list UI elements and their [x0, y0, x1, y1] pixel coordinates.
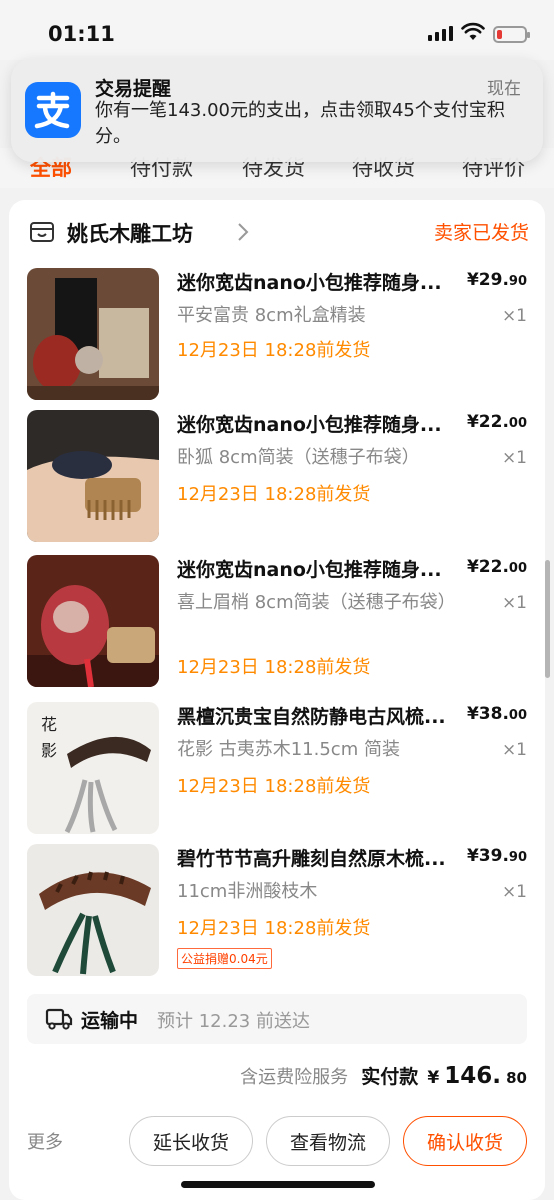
notification-banner[interactable]: 交易提醒 现在 你有一笔143.00元的支出，点击领取45个支付宝积分。 [11, 58, 543, 162]
notification-body: 你有一笔143.00元的支出，点击领取45个支付宝积分。 [95, 100, 505, 147]
battery-icon [493, 26, 530, 43]
notification-time: 现在 [487, 79, 521, 99]
clock: 01:11 [48, 22, 115, 46]
scrollbar[interactable] [545, 560, 550, 678]
notification-title: 交易提醒 [95, 78, 172, 100]
item-title: 迷你宽齿nano小包推荐随身... [177, 559, 442, 581]
item-ship-deadline: 12月23日 18:28前发货 [177, 484, 371, 505]
charity-badge: 公益捐赠0.04元 [177, 948, 272, 969]
chevron-right-icon [238, 223, 249, 241]
truck-icon [45, 1008, 73, 1030]
shop-header[interactable]: 姚氏木雕工坊 卖家已发货 [29, 218, 529, 248]
item-title: 碧竹节节高升雕刻自然原木梳... [177, 848, 446, 870]
paid-amount-decimal: 80 [506, 1069, 527, 1087]
order-card: 姚氏木雕工坊 卖家已发货 迷你宽齿nano小包推荐随身... ¥29.90 平安… [9, 200, 545, 1200]
item-sku: 卧狐 8cm简装（送穗子布袋） [177, 447, 420, 468]
item-sku: 11cm非洲酸枝木 [177, 881, 318, 902]
cellular-signal-icon [428, 26, 453, 41]
paid-amount: 146. [444, 1063, 502, 1089]
product-image [27, 844, 159, 976]
order-item[interactable]: 迷你宽齿nano小包推荐随身... ¥22.00 卧狐 8cm简装（送穗子布袋）… [27, 410, 527, 542]
item-sku: 花影 古夷苏木11.5cm 简装 [177, 739, 400, 760]
order-item[interactable]: 花 影 黑檀沉贵宝自然防静电古风梳... ¥38.00 花影 古夷苏木11.5c… [27, 702, 527, 834]
item-qty: ×1 [501, 306, 527, 326]
item-title: 迷你宽齿nano小包推荐随身... [177, 272, 442, 294]
more-button[interactable]: 更多 [27, 1128, 63, 1154]
item-price: ¥29.90 [466, 270, 527, 290]
product-image [27, 555, 159, 687]
home-indicator[interactable] [181, 1181, 375, 1188]
item-qty: ×1 [501, 593, 527, 613]
wifi-icon [461, 22, 485, 40]
item-qty: ×1 [501, 448, 527, 468]
item-price: ¥22.00 [466, 557, 527, 577]
confirm-receipt-button[interactable]: 确认收货 [403, 1116, 527, 1166]
view-logistics-button[interactable]: 查看物流 [266, 1116, 390, 1166]
status-bar: 01:11 [0, 0, 554, 60]
order-status: 卖家已发货 [433, 222, 529, 244]
shop-name[interactable]: 姚氏木雕工坊 [67, 218, 193, 248]
order-item[interactable]: 迷你宽齿nano小包推荐随身... ¥29.90 平安富贵 8cm礼盒精装 ×1… [27, 268, 527, 400]
item-sku: 平安富贵 8cm礼盒精装 [177, 305, 366, 326]
item-price: ¥22.00 [466, 412, 527, 432]
logistics-status[interactable]: 运输中 预计 12.23 前送达 [27, 994, 527, 1044]
order-item[interactable]: 迷你宽齿nano小包推荐随身... ¥22.00 喜上眉梢 8cm简装（送穗子布… [27, 555, 527, 687]
item-title: 黑檀沉贵宝自然防静电古风梳... [177, 706, 446, 728]
item-ship-deadline: 12月23日 18:28前发货 [177, 657, 371, 678]
item-ship-deadline: 12月23日 18:28前发货 [177, 776, 371, 797]
shipping-insurance-note: 含运费险服务 [240, 1067, 349, 1088]
product-image [27, 410, 159, 542]
order-item[interactable]: 碧竹节节高升雕刻自然原木梳... ¥39.90 11cm非洲酸枝木 ×1 12月… [27, 844, 527, 976]
item-title: 迷你宽齿nano小包推荐随身... [177, 414, 442, 436]
paid-label: 实付款 [361, 1066, 419, 1088]
product-image [27, 268, 159, 400]
item-sku: 喜上眉梢 8cm简装（送穗子布袋） [177, 592, 456, 613]
item-ship-deadline: 12月23日 18:28前发货 [177, 918, 371, 939]
item-qty: ×1 [501, 882, 527, 902]
item-price: ¥39.90 [466, 846, 527, 866]
currency-symbol: ¥ [427, 1068, 440, 1088]
item-ship-deadline: 12月23日 18:28前发货 [177, 340, 371, 361]
transit-eta: 预计 12.23 前送达 [157, 1011, 310, 1032]
item-price: ¥38.00 [466, 704, 527, 724]
store-icon [30, 222, 54, 242]
item-qty: ×1 [501, 740, 527, 760]
product-image: 花 影 [27, 702, 159, 834]
payment-total: 含运费险服务 实付款 ¥ 146. 80 [240, 1062, 527, 1089]
svg-text:花: 花 [41, 715, 57, 734]
svg-text:影: 影 [41, 741, 57, 760]
alipay-icon [25, 82, 81, 138]
transit-label: 运输中 [81, 1010, 139, 1032]
extend-receipt-button[interactable]: 延长收货 [129, 1116, 253, 1166]
